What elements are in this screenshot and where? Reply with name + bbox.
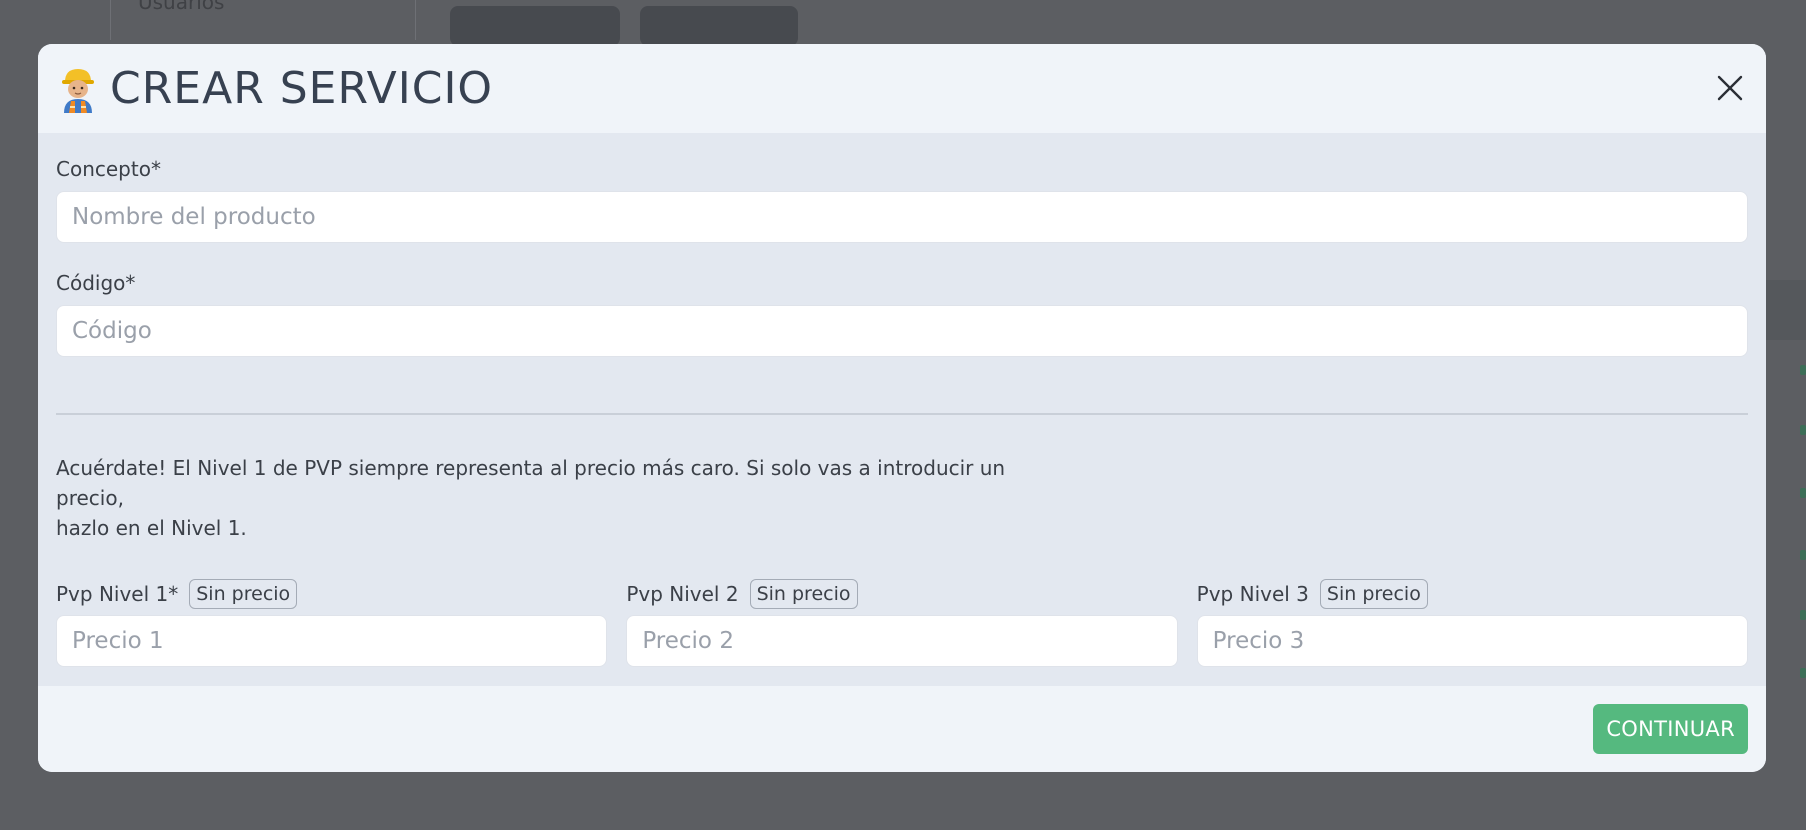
modal-footer: CONTINUAR (38, 686, 1766, 772)
background-sidebar-edge (110, 0, 111, 40)
price-level-2-header: Pvp Nivel 2 Sin precio (626, 577, 1177, 611)
section-divider (56, 413, 1748, 415)
background-status-dot (1800, 610, 1806, 620)
codigo-field-group: Código* (56, 271, 1748, 357)
pricing-notice: Acuérdate! El Nivel 1 de PVP siempre rep… (56, 453, 1056, 543)
price-level-3-badge: Sin precio (1319, 579, 1428, 609)
concepto-input[interactable] (56, 191, 1748, 243)
price-level-3-input[interactable] (1196, 615, 1748, 667)
price-level-3-header: Pvp Nivel 3 Sin precio (1197, 577, 1748, 611)
close-button[interactable] (1712, 70, 1748, 106)
price-level-2: Pvp Nivel 2 Sin precio (626, 577, 1178, 667)
background-status-dot (1800, 488, 1806, 498)
price-levels-row: Pvp Nivel 1* Sin precio Pvp Nivel 2 Sin … (56, 577, 1748, 667)
concepto-label: Concepto* (56, 157, 161, 181)
pricing-notice-line: hazlo en el Nivel 1. (56, 516, 247, 540)
pricing-notice-line: Acuérdate! El Nivel 1 de PVP siempre rep… (56, 456, 1006, 510)
price-level-2-badge: Sin precio (749, 579, 858, 609)
background-button (640, 6, 798, 46)
price-level-3-label: Pvp Nivel 3 (1196, 582, 1309, 606)
background-sidebar-label: Usuarios (138, 0, 225, 14)
background-sidebar-divider (415, 0, 416, 40)
price-level-1-header: Pvp Nivel 1* Sin precio (56, 577, 607, 611)
background-status-dot (1800, 425, 1806, 435)
continue-button[interactable]: CONTINUAR (1593, 704, 1748, 754)
background-status-dot (1800, 668, 1806, 678)
codigo-label: Código* (56, 271, 136, 295)
background-table-header (1766, 280, 1806, 340)
create-service-modal: CREAR SERVICIO Concepto* Código* Acuérda… (38, 44, 1766, 772)
price-level-2-input[interactable] (626, 615, 1178, 667)
construction-worker-icon (60, 65, 96, 113)
concepto-field-group: Concepto* (56, 157, 1748, 243)
price-level-2-label: Pvp Nivel 2 (626, 582, 739, 606)
price-level-3: Pvp Nivel 3 Sin precio (1196, 577, 1748, 667)
modal-header: CREAR SERVICIO (38, 44, 1766, 133)
price-level-1: Pvp Nivel 1* Sin precio (56, 577, 608, 667)
price-level-1-label: Pvp Nivel 1* (56, 582, 179, 606)
close-icon[interactable] (1717, 75, 1743, 101)
codigo-input[interactable] (56, 305, 1748, 357)
price-level-1-input[interactable] (56, 615, 608, 667)
modal-body: Concepto* Código* Acuérdate! El Nivel 1 … (38, 133, 1766, 685)
background-button (450, 6, 620, 46)
background-status-dot (1800, 550, 1806, 560)
price-level-1-badge: Sin precio (189, 579, 298, 609)
background-status-dot (1800, 365, 1806, 375)
modal-title: CREAR SERVICIO (110, 63, 494, 114)
